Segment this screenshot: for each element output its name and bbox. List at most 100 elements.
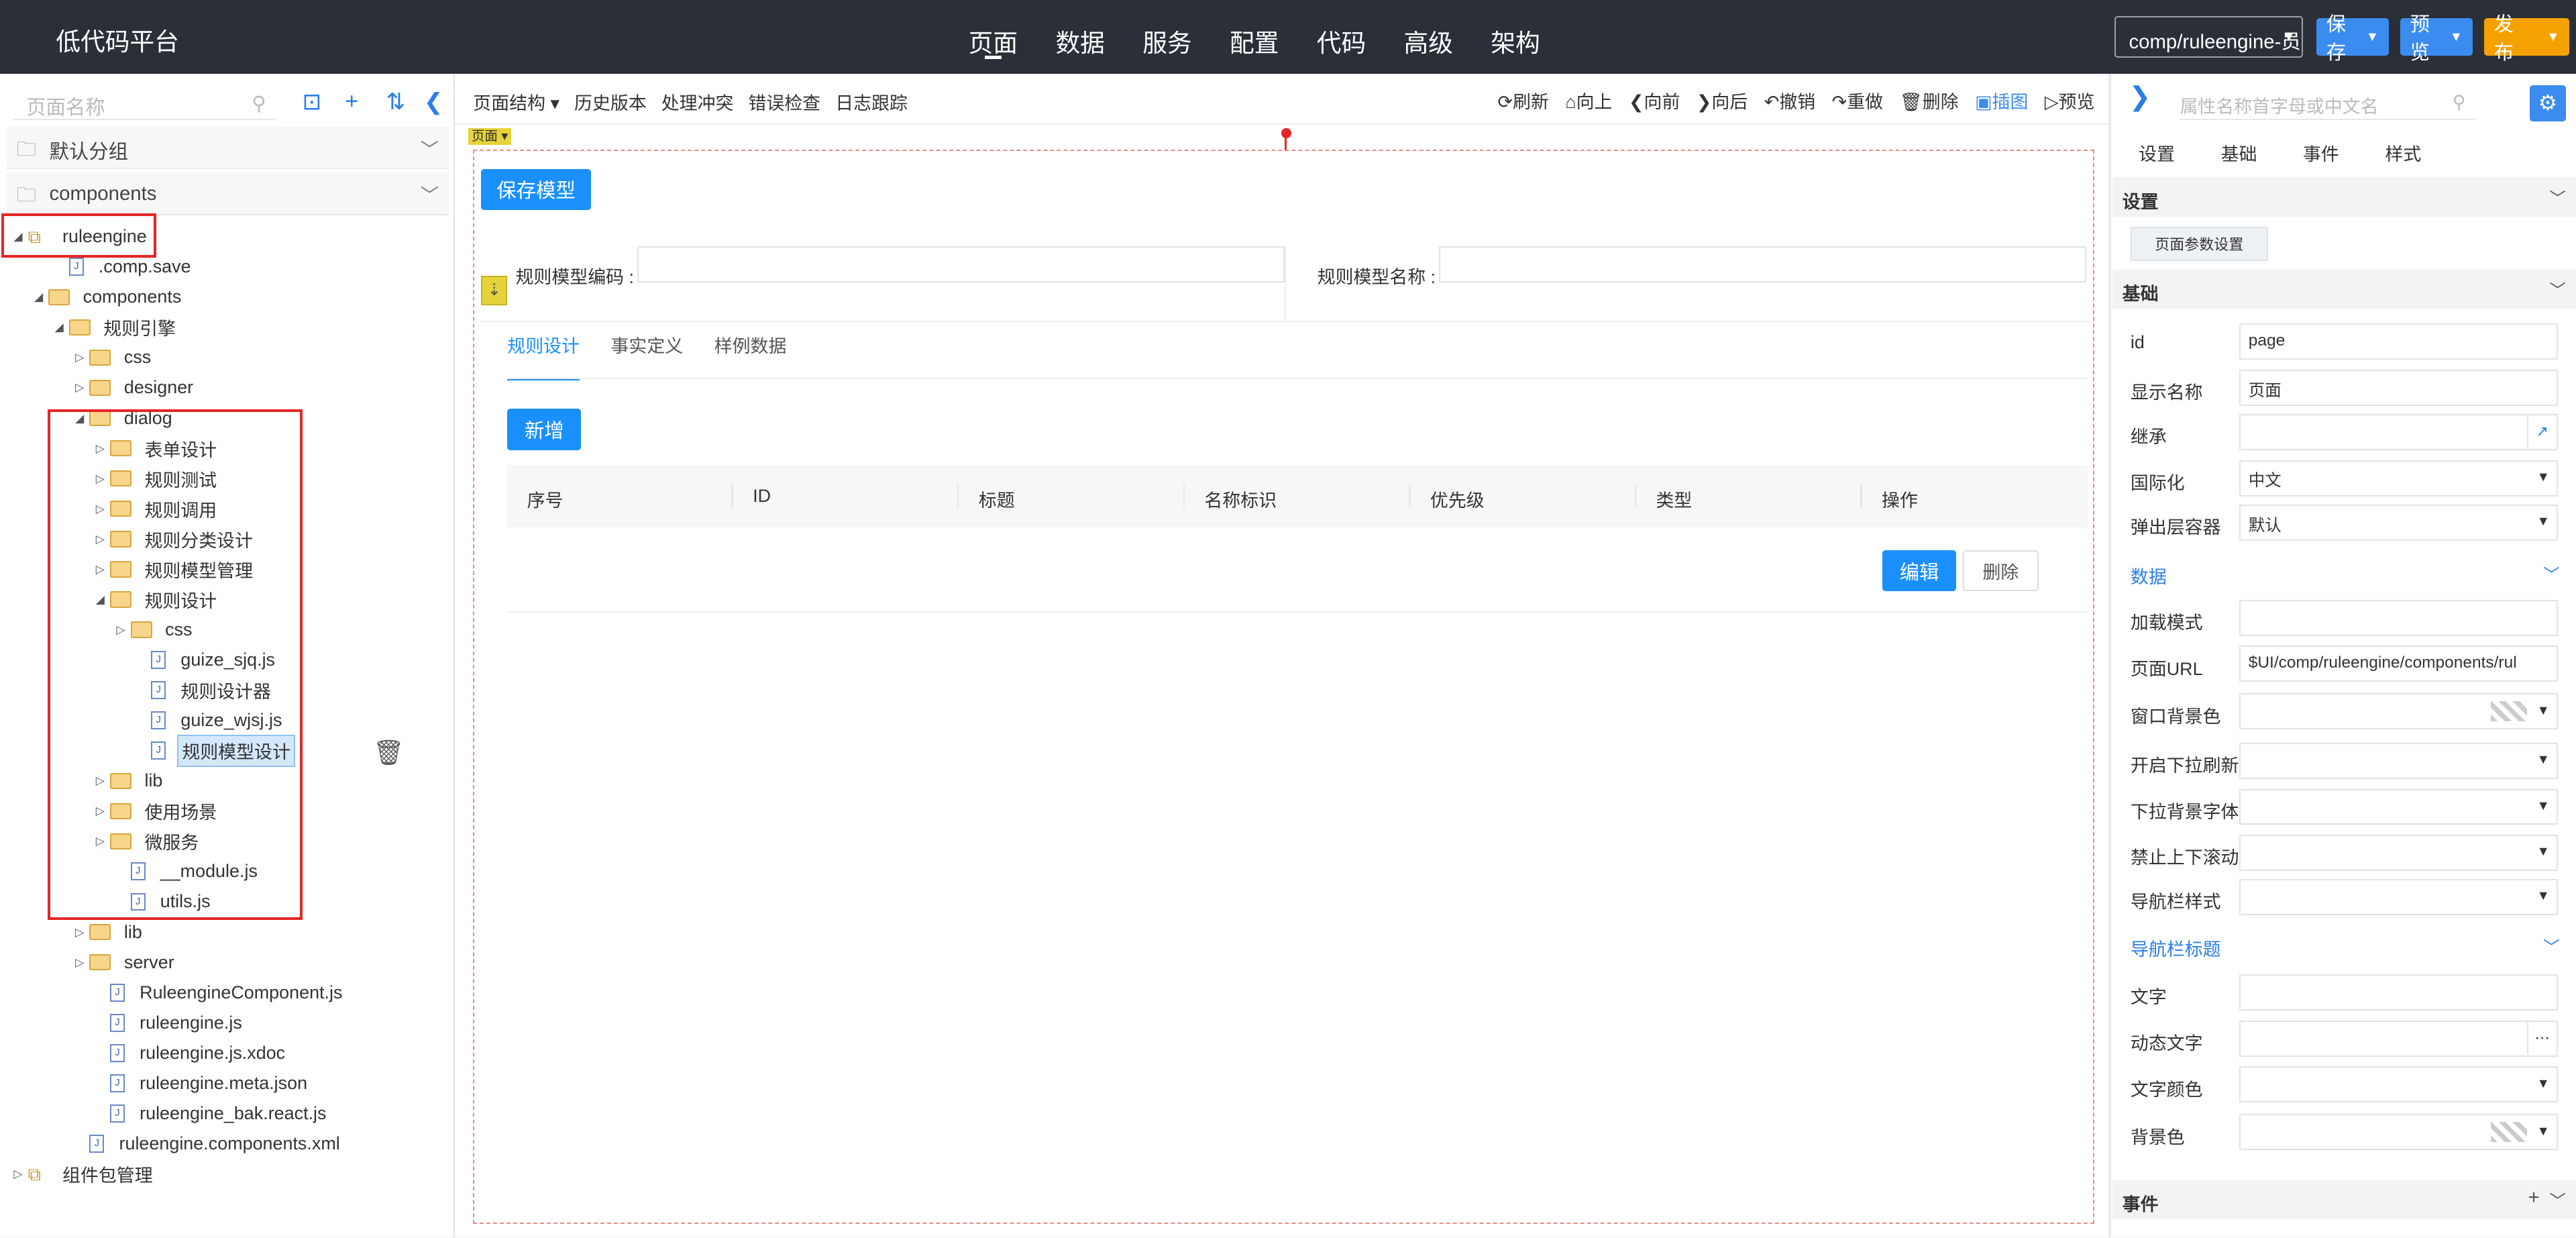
prop-pull-refresh-select[interactable]: ▼ <box>2239 742 2558 779</box>
sort-icon[interactable]: ⇅ <box>386 89 406 115</box>
nav-architecture[interactable]: 架构 <box>1472 0 1559 74</box>
prop-pull-font-select[interactable]: ▼ <box>2239 788 2558 825</box>
expand-icon[interactable]: ⇣ <box>481 275 508 306</box>
add-button[interactable]: 新增 <box>507 409 582 450</box>
prop-id-input[interactable]: page <box>2239 323 2558 360</box>
up-button[interactable]: ⌂向上 <box>1565 87 1612 113</box>
expanded-arrow-icon[interactable]: ◢ <box>49 320 68 334</box>
delete-row-button[interactable]: 删除 <box>1963 550 2039 592</box>
prop-navbar-style-select[interactable]: ▼ <box>2239 879 2558 916</box>
chevron-down-icon[interactable]: ﹀ <box>2543 935 2559 958</box>
expanded-arrow-icon[interactable]: ◢ <box>29 290 48 304</box>
conflict-button[interactable]: 处理冲突 <box>661 89 734 115</box>
tab-sample-data[interactable]: 样例数据 <box>714 331 787 380</box>
tree-node[interactable]: Jruleengine_bak.react.js <box>91 1098 330 1128</box>
prop-text-input[interactable] <box>2239 974 2558 1011</box>
model-name-input[interactable] <box>1438 246 2086 282</box>
redo-button[interactable]: ↷重做 <box>1832 87 1883 113</box>
collapsed-arrow-icon[interactable]: ▷ <box>70 350 89 364</box>
tree-node[interactable]: Jruleengine.js <box>91 1008 246 1037</box>
forward-button[interactable]: ❮向前 <box>1629 87 1680 113</box>
ruler-marker[interactable] <box>1281 128 1291 138</box>
nav-data[interactable]: 数据 <box>1036 0 1124 74</box>
refresh-button[interactable]: ⟳刷新 <box>1497 87 1548 113</box>
history-button[interactable]: 历史版本 <box>574 89 647 115</box>
property-search-input[interactable]: 属性名称首字母或中文名 ⚲ <box>2180 87 2476 120</box>
collapsed-arrow-icon[interactable]: ▷ <box>70 956 89 970</box>
chevron-down-icon[interactable]: ﹀ <box>2543 562 2559 586</box>
tab-events[interactable]: 事件 <box>2303 140 2339 166</box>
tree-node[interactable]: ▷ lib <box>70 917 146 947</box>
publish-button[interactable]: 发布 ▼ <box>2483 13 2570 64</box>
collapsed-arrow-icon[interactable]: ▷ <box>70 380 89 395</box>
page-params-button[interactable]: 页面参数设置 <box>2130 226 2268 261</box>
log-trace-button[interactable]: 日志跟踪 <box>835 89 908 115</box>
tree-node[interactable]: J RuleengineComponent.js <box>91 978 346 1007</box>
trash-icon[interactable]: 🗑 <box>373 738 405 767</box>
prop-popup-container-select[interactable]: 默认 ▼ <box>2239 504 2558 541</box>
tree-node[interactable]: Jruleengine.meta.json <box>91 1068 311 1098</box>
prop-dynamic-text-input[interactable]: ⋯ <box>2239 1020 2558 1057</box>
tab-settings[interactable]: 设置 <box>2139 140 2175 166</box>
tree-node[interactable]: Jruleengine.components.xml <box>70 1129 343 1158</box>
delete-button[interactable]: 🗑删除 <box>1900 87 1959 113</box>
collapsed-arrow-icon[interactable]: ▷ <box>70 925 89 939</box>
prop-text-color-select[interactable]: ▼ <box>2239 1066 2558 1103</box>
nav-config[interactable]: 配置 <box>1211 0 1298 74</box>
collapsed-arrow-icon[interactable]: ▷ <box>8 1167 28 1181</box>
add-icon[interactable]: + <box>345 89 358 115</box>
back-button[interactable]: ❯向后 <box>1697 87 1748 113</box>
add-icon[interactable]: + <box>2528 1186 2540 1209</box>
gear-icon[interactable]: ⚙ <box>2530 85 2566 122</box>
nav-code[interactable]: 代码 <box>1298 0 1385 74</box>
path-select[interactable]: comp/ruleengine-员 ▼ <box>2114 16 2304 58</box>
chevron-right-icon[interactable]: ❯ <box>2129 82 2151 112</box>
link-icon[interactable]: ↗ <box>2526 415 2557 449</box>
subsection-navbar-title[interactable]: 导航栏标题 <box>2131 935 2221 961</box>
page-tag[interactable]: 页面 ▾ <box>468 128 512 145</box>
tree-node[interactable]: ◢ 规则引擎 <box>49 313 178 342</box>
page-canvas[interactable]: 保存模型 规则模型编码 : 规则模型名称 : ⇣ 规则设计 事实定义 样例数据 … <box>473 149 2095 1225</box>
tree-node[interactable]: ▷ ⧉ 组件包管理 <box>8 1159 156 1189</box>
new-folder-icon[interactable]: ⊡ <box>303 89 322 115</box>
group-default[interactable]: 🗀 默认分组 ﹀ <box>6 126 449 170</box>
section-settings[interactable]: 设置 ﹀ <box>2112 177 2576 217</box>
prop-i18n-select[interactable]: 中文 ▼ <box>2239 460 2558 497</box>
preview-button[interactable]: 预览 ▼ <box>2400 13 2473 64</box>
collapse-icon[interactable]: ❮ <box>424 89 443 115</box>
tree-node[interactable]: ◢ components <box>29 282 184 312</box>
nav-advanced[interactable]: 高级 <box>1385 0 1472 74</box>
prop-page-url-input[interactable]: $UI/comp/ruleengine/components/rul <box>2239 646 2558 682</box>
section-events[interactable]: 事件 + ﹀ <box>2112 1180 2576 1220</box>
subsection-data[interactable]: 数据 <box>2131 562 2167 588</box>
prop-window-bg-picker[interactable]: ▼ <box>2239 693 2558 730</box>
prop-inherit-input[interactable]: ↗ <box>2239 414 2558 451</box>
tree-node[interactable]: Jruleengine.js.xdoc <box>91 1038 288 1068</box>
prop-load-mode-input[interactable] <box>2239 599 2558 636</box>
prop-disable-scroll-select[interactable]: ▼ <box>2239 835 2558 871</box>
tree-node[interactable]: ▷ server <box>70 947 177 977</box>
page-search-input[interactable]: 页面名称 ⚲ <box>13 87 276 120</box>
page-structure-menu[interactable]: 页面结构 ▾ <box>473 89 559 115</box>
tab-rule-design[interactable]: 规则设计 <box>507 331 580 380</box>
tab-style[interactable]: 样式 <box>2385 140 2421 166</box>
tab-fact-definition[interactable]: 事实定义 <box>610 331 683 380</box>
save-button[interactable]: 保存 ▼ <box>2316 13 2389 64</box>
nav-page[interactable]: 页面 <box>950 0 1037 74</box>
more-icon[interactable]: ⋯ <box>2526 1021 2557 1055</box>
nav-service[interactable]: 服务 <box>1124 0 1211 74</box>
group-components[interactable]: 🗀 components ﹀ <box>6 172 449 215</box>
preview-page-button[interactable]: ▷预览 <box>2045 87 2095 113</box>
insert-image-button[interactable]: ▣插图 <box>1975 87 2028 113</box>
tab-basic[interactable]: 基础 <box>2221 140 2257 166</box>
section-basic[interactable]: 基础 ﹀ <box>2112 269 2576 309</box>
tree-node[interactable]: ▷ css <box>70 343 154 372</box>
tree-node[interactable]: ▷ designer <box>70 373 197 403</box>
prop-bg-color-picker[interactable]: ▼ <box>2239 1114 2558 1151</box>
undo-button[interactable]: ↶撤销 <box>1764 87 1815 113</box>
edit-button[interactable]: 编辑 <box>1882 550 1957 592</box>
model-code-input[interactable] <box>637 246 1285 282</box>
error-check-button[interactable]: 错误检查 <box>748 89 820 115</box>
save-model-button[interactable]: 保存模型 <box>481 168 592 210</box>
prop-display-name-input[interactable]: 页面 <box>2239 370 2558 406</box>
